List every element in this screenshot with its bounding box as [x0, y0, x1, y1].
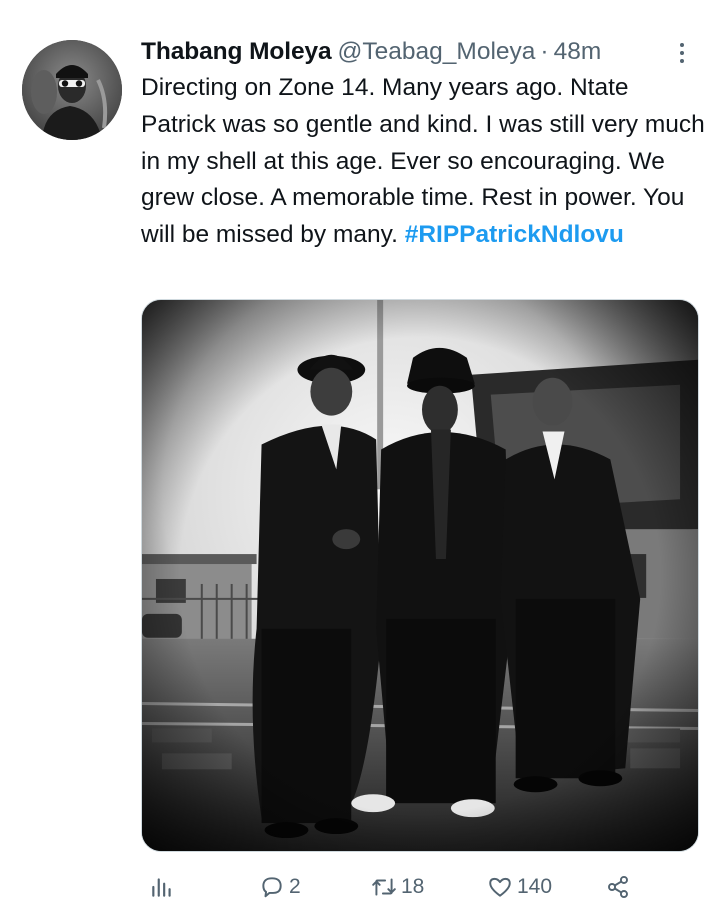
tweet-card[interactable]: Thabang Moleya @Teabag_Moleya · 48m Dire… [0, 0, 720, 909]
like-button[interactable]: 140 [487, 868, 552, 906]
share-button[interactable] [605, 868, 631, 906]
avatar-image [22, 40, 122, 140]
analytics-icon [152, 878, 171, 897]
photo-image [142, 300, 698, 851]
tweet-text: Directing on Zone 14. Many years ago. Nt… [141, 70, 706, 254]
tweet-photo[interactable] [141, 299, 699, 852]
retweet-button[interactable]: 18 [371, 868, 424, 906]
retweet-icon [372, 878, 396, 896]
tweet-actions: 2 18 140 [141, 868, 701, 908]
reply-button[interactable]: 2 [259, 868, 301, 906]
author-display-name[interactable]: Thabang Moleya [141, 38, 332, 66]
reply-count: 2 [289, 875, 301, 898]
hashtag-link[interactable]: #RIPPatrickNdlovu [405, 221, 624, 248]
heart-icon [489, 877, 511, 897]
tweet-header: Thabang Moleya @Teabag_Moleya · 48m [141, 34, 601, 70]
avatar[interactable] [22, 40, 122, 140]
like-count: 140 [517, 875, 553, 898]
analytics-button[interactable] [149, 868, 175, 906]
more-options-icon[interactable] [668, 36, 696, 70]
separator-dot: · [540, 38, 549, 65]
retweet-count: 18 [401, 875, 425, 898]
share-icon [608, 875, 628, 899]
reply-icon [262, 877, 282, 898]
author-handle[interactable]: @Teabag_Moleya [338, 38, 536, 66]
tweet-timestamp[interactable]: 48m [554, 38, 602, 66]
